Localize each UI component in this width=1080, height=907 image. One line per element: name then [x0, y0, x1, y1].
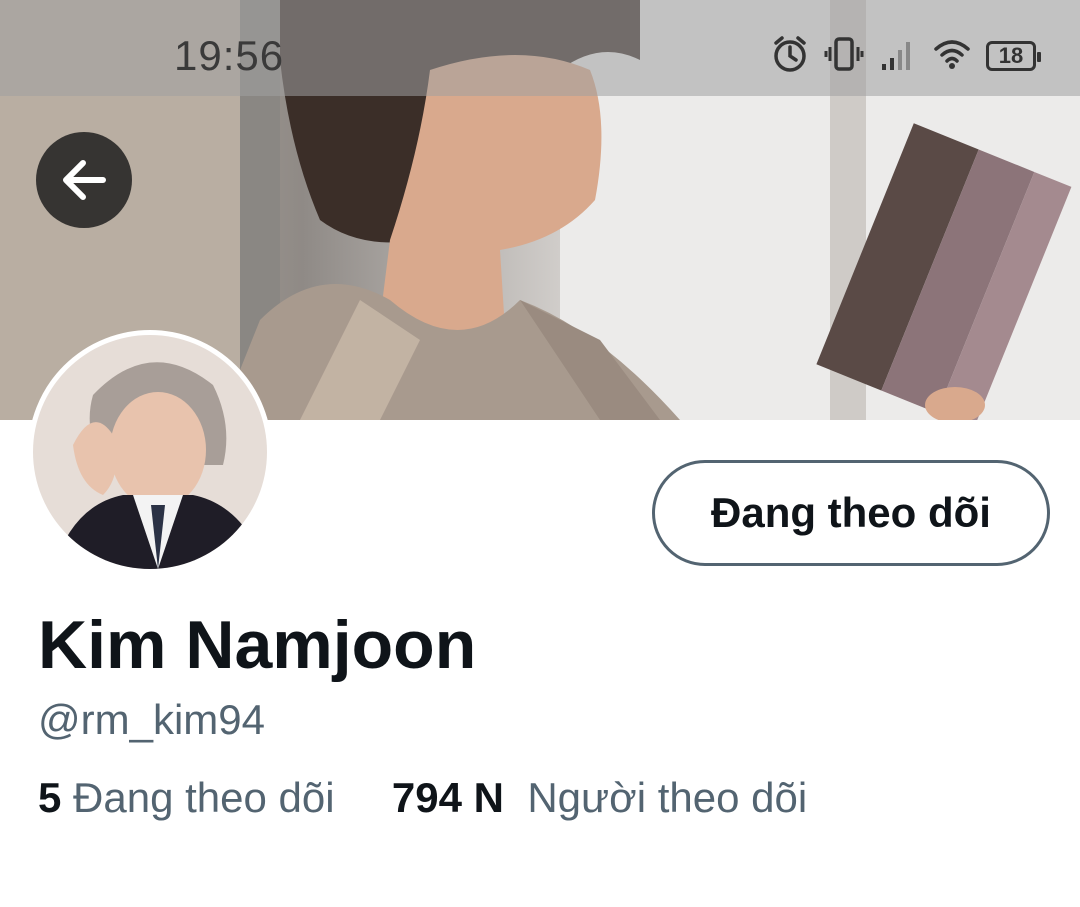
status-icons: 18: [770, 30, 1041, 82]
followers-label: Người theo dõi: [527, 774, 808, 821]
wifi-icon: [932, 34, 972, 79]
following-stat[interactable]: 5 Đang theo dõi: [38, 774, 335, 821]
signal-icon: [878, 34, 918, 79]
arrow-left-icon: [63, 160, 106, 200]
followers-stat[interactable]: 794 N Người theo dõi: [392, 774, 807, 821]
avatar[interactable]: [28, 330, 272, 574]
vibrate-icon: [824, 34, 864, 79]
status-bar: 19:56 18: [0, 0, 1080, 96]
back-button[interactable]: [36, 132, 132, 228]
following-count: 5: [38, 774, 62, 821]
profile-handle: @rm_kim94: [38, 696, 266, 743]
battery-level: 18: [998, 43, 1024, 68]
profile-stats: 5 Đang theo dõi 794 N Người theo dõi: [38, 774, 807, 822]
avatar-photo: [33, 335, 267, 569]
battery-icon: 18: [986, 41, 1041, 71]
alarm-icon: [770, 34, 810, 79]
status-time: 19:56: [174, 32, 285, 79]
followers-count: 794 N: [391, 774, 504, 821]
following-label: Đang theo dõi: [73, 774, 335, 821]
profile-name: Kim Namjoon: [38, 607, 477, 683]
following-button[interactable]: Đang theo dõi: [652, 460, 1050, 566]
